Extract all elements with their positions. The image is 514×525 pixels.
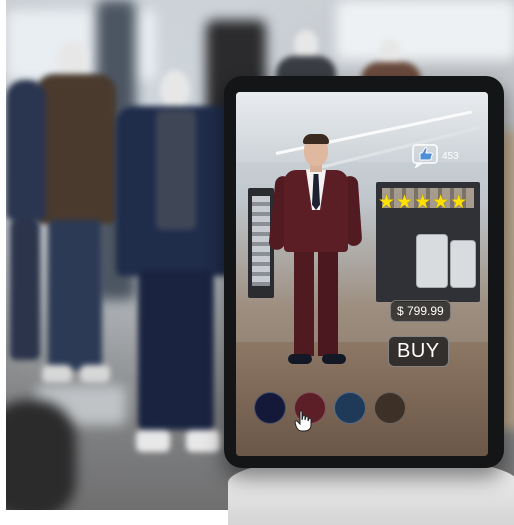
virtual-model <box>268 134 363 376</box>
mannequin-center <box>116 70 236 470</box>
buy-button[interactable]: BUY <box>388 336 449 367</box>
pointing-hand-icon <box>294 410 312 437</box>
mannequin-far-left <box>6 70 46 370</box>
star-icon: ★ <box>378 191 396 213</box>
color-swatches <box>254 392 406 424</box>
star-icon: ★ <box>396 191 414 213</box>
luggage <box>416 234 448 288</box>
luggage <box>450 240 476 288</box>
foreground-person <box>6 400 76 510</box>
star-icon: ★ <box>432 191 450 213</box>
like-counter[interactable]: 453 <box>412 144 459 168</box>
mannequin-left <box>36 40 116 400</box>
like-count: 453 <box>442 150 459 162</box>
thumbs-up-icon[interactable] <box>412 144 440 168</box>
color-swatch-navy[interactable] <box>254 392 286 424</box>
kiosk-screen: 453 ★ ★ ★ ★ ★ $ 799.99 BUY <box>236 92 488 456</box>
star-icon: ★ <box>414 191 432 213</box>
color-swatch-blue[interactable] <box>334 392 366 424</box>
star-rating: ★ ★ ★ ★ ★ <box>378 192 467 212</box>
star-icon: ★ <box>450 191 468 213</box>
price-tag: $ 799.99 <box>390 300 451 322</box>
shelf-items <box>252 196 270 286</box>
color-swatch-brown[interactable] <box>374 392 406 424</box>
